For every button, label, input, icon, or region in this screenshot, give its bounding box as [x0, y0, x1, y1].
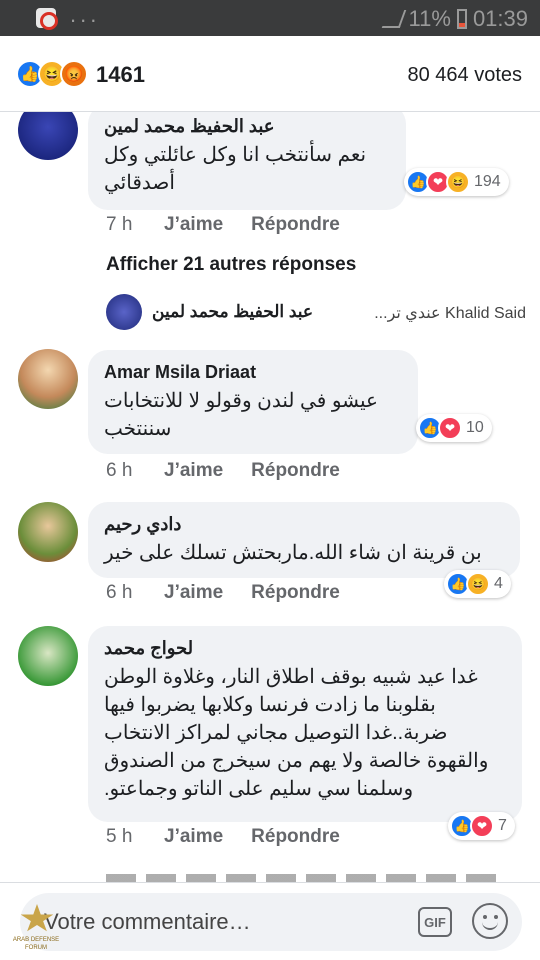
reaction-count[interactable]: 1461	[96, 62, 145, 88]
comment-author[interactable]: دادي رحيم	[104, 514, 504, 535]
comment-time: 7 h	[106, 214, 133, 235]
reaction-pill[interactable]: 👍 ❤ 7	[448, 812, 515, 840]
comment-author[interactable]: Amar Msila Driaat	[104, 362, 402, 383]
battery-percent: 11%	[408, 6, 451, 31]
comment-actions: 7 h J’aime Répondre	[106, 214, 340, 236]
emoji-icon[interactable]	[472, 903, 508, 939]
avatar[interactable]	[106, 294, 142, 330]
battery-icon	[456, 9, 467, 29]
more-replies-link[interactable]: Afficher 21 autres réponses	[106, 254, 356, 276]
reaction-pill[interactable]: 👍 ❤ 10	[416, 414, 492, 442]
vote-count[interactable]: 80 464 votes	[407, 64, 522, 87]
reaction-count: 4	[494, 575, 503, 592]
comment-time: 6 h	[106, 460, 133, 481]
haha-reaction-icon: 😆	[466, 572, 490, 596]
gif-button[interactable]: GIF	[418, 907, 452, 937]
comment-text: نعم سأنتخب انا وكل عائلتي وكل أصدقائي	[104, 144, 367, 194]
comment-actions: 6 h J’aime Répondre	[106, 582, 340, 604]
love-reaction-icon: ❤	[470, 814, 494, 838]
comment-bubble[interactable]: عبد الحفيظ محمد لمين نعم سأنتخب انا وكل …	[88, 104, 406, 210]
reactions-header: 👍 😆 😡 1461 80 464 votes	[0, 36, 540, 112]
star-icon	[20, 904, 54, 932]
reply-preview[interactable]: عبد الحفيظ محمد لمين Khalid Said عندي تر…	[106, 294, 526, 330]
comment-bubble[interactable]: لحواج محمد غدا عيد شبيه بوقف اطلاق النار…	[88, 626, 522, 822]
reaction-count: 7	[498, 817, 507, 834]
comment-actions: 6 h J’aime Répondre	[106, 460, 340, 482]
love-reaction-icon: ❤	[438, 416, 462, 440]
reply-button[interactable]: Répondre	[251, 826, 340, 848]
comments-sheet: 👍 😆 😡 1461 80 464 votes عبد الحفيظ محمد …	[0, 36, 540, 960]
comment-actions: 5 h J’aime Répondre	[106, 826, 340, 848]
like-button[interactable]: J’aime	[164, 826, 223, 848]
status-indicators: 11% 01:39	[381, 6, 528, 32]
signal-icon	[381, 10, 406, 28]
comment-bubble[interactable]: دادي رحيم بن قرينة ان شاء الله.ماربحتش ت…	[88, 502, 520, 578]
watermark-logo: ARAB DEFENSE FORUM	[4, 904, 68, 956]
status-bar: ... 11% 01:39	[0, 0, 540, 36]
watermark-text: ARAB DEFENSE FORUM	[12, 937, 60, 951]
avatar[interactable]	[18, 502, 78, 562]
comment-text: غدا عيد شبيه بوقف اطلاق النار، وغلاوة ال…	[104, 666, 489, 800]
more-notifications-icon: ...	[70, 2, 101, 27]
reply-button[interactable]: Répondre	[251, 582, 340, 604]
angry-reaction-icon: 😡	[60, 60, 88, 88]
reaction-pill[interactable]: 👍 ❤ 😆 194	[404, 168, 509, 196]
comment-bubble[interactable]: Amar Msila Driaat عيشو في لندن وقولو لا …	[88, 350, 418, 454]
comment-composer: Votre commentaire… GIF	[0, 882, 540, 960]
like-button[interactable]: J’aime	[164, 214, 223, 236]
like-button[interactable]: J’aime	[164, 460, 223, 482]
reaction-pill[interactable]: 👍 😆 4	[444, 570, 511, 598]
comment-time: 6 h	[106, 582, 133, 603]
avatar[interactable]	[18, 626, 78, 686]
reply-button[interactable]: Répondre	[251, 460, 340, 482]
comment-author[interactable]: عبد الحفيظ محمد لمين	[104, 116, 390, 137]
comment-input[interactable]: Votre commentaire… GIF	[20, 893, 522, 951]
reaction-summary[interactable]: 👍 😆 😡	[16, 60, 88, 88]
reaction-count: 10	[466, 419, 484, 436]
avatar[interactable]	[18, 349, 78, 409]
next-comment-partial	[106, 868, 516, 882]
comment-placeholder: Votre commentaire…	[44, 909, 251, 934]
haha-reaction-icon: 😆	[446, 170, 470, 194]
reaction-count: 194	[474, 173, 501, 190]
app-notification-icon	[36, 8, 58, 30]
comment-time: 5 h	[106, 826, 133, 847]
comment-author[interactable]: لحواج محمد	[104, 638, 506, 659]
comment-text: عيشو في لندن وقولو لا للانتخابات سننتخب	[104, 390, 378, 440]
like-button[interactable]: J’aime	[164, 582, 223, 604]
reply-text: Khalid Said عندي تر...	[374, 305, 526, 322]
comment-text: بن قرينة ان شاء الله.ماربحتش تسلك على خي…	[104, 542, 482, 564]
clock: 01:39	[472, 6, 528, 31]
reply-author[interactable]: عبد الحفيظ محمد لمين	[152, 302, 313, 322]
reply-button[interactable]: Répondre	[251, 214, 340, 236]
